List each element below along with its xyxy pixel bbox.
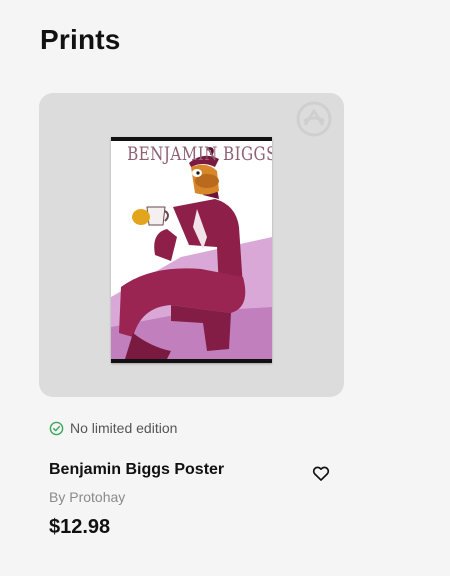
section-title: Prints: [40, 24, 121, 55]
product-image-card[interactable]: BENJAMIN BIGGS: [39, 93, 344, 397]
author-link[interactable]: By Protohay: [49, 489, 125, 505]
poster-artwork: BENJAMIN BIGGS: [111, 137, 272, 363]
edition-status: No limited edition: [49, 420, 177, 436]
edition-label: No limited edition: [70, 420, 178, 436]
poster-title-text: BENJAMIN BIGGS: [127, 143, 272, 165]
poster-frame-bottom: [111, 359, 272, 363]
poster-frame-top: [111, 137, 272, 141]
product-title[interactable]: Benjamin Biggs Poster: [49, 461, 224, 479]
poster-illustration: [111, 147, 272, 359]
product-price: $12.98: [49, 516, 111, 538]
favorite-button[interactable]: [311, 462, 333, 484]
brand-logo-icon: [296, 101, 332, 137]
prints-page: Prints BENJAMIN BIGGS No limited edition…: [0, 0, 450, 576]
check-circle-icon: [49, 421, 64, 435]
heart-outline-icon: [312, 466, 330, 481]
